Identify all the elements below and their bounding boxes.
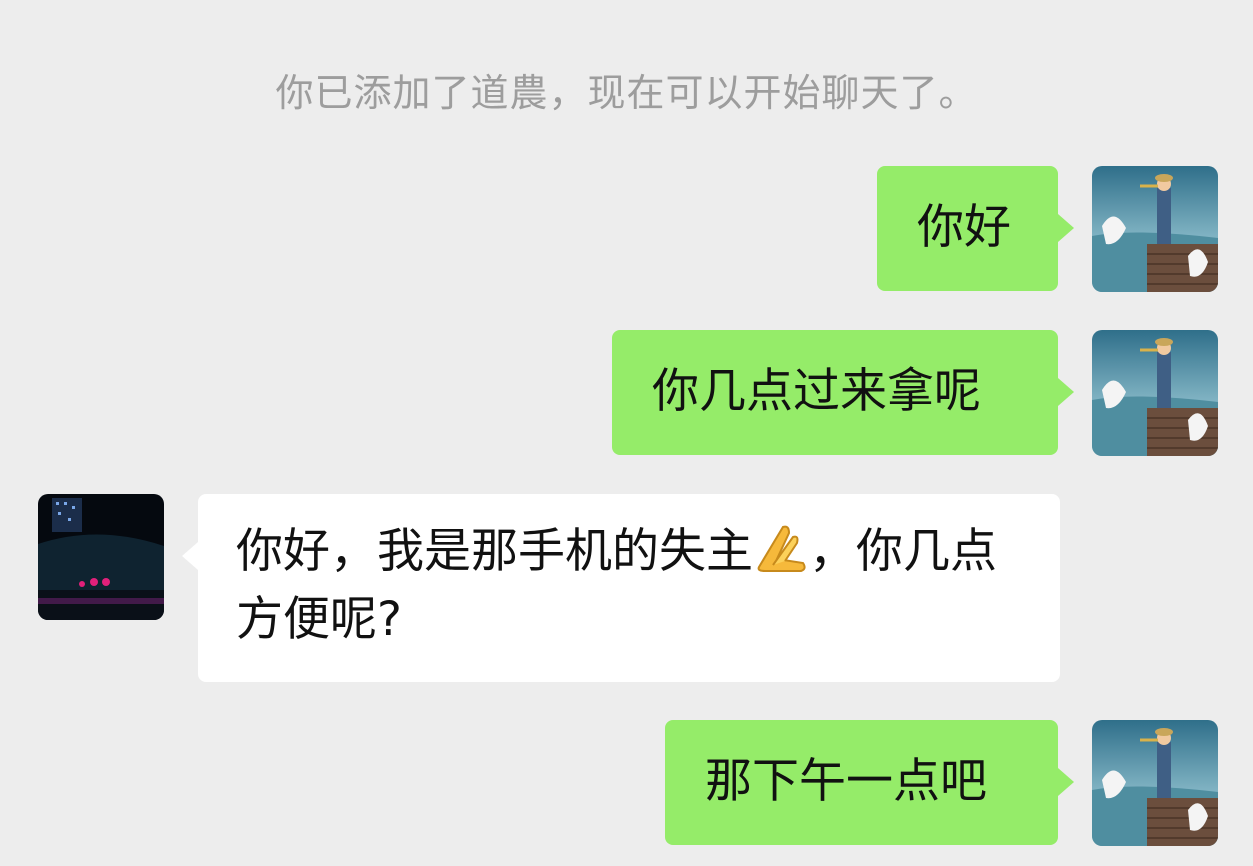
- bubble-tail: [182, 542, 198, 570]
- system-notice: 你已添加了道農，现在可以开始聊天了。: [275, 71, 978, 115]
- message-text: 你好: [917, 200, 1011, 255]
- avatar-image-boy-trumpet-doves: [1092, 330, 1218, 456]
- avatar-image-night-city: [38, 494, 164, 620]
- avatar-image-boy-trumpet-doves: [1092, 166, 1218, 292]
- my-avatar[interactable]: [1092, 330, 1218, 456]
- message-bubble-sent[interactable]: 那下午一点吧: [665, 720, 1058, 845]
- my-avatar[interactable]: [1092, 720, 1218, 846]
- message-text: 你几点过来拿呢: [652, 364, 981, 419]
- bubble-tail: [1058, 378, 1074, 406]
- message-text: 你好，我是那手机的失主: [236, 524, 753, 579]
- message-bubble-received[interactable]: 你好，我是那手机的失主 ，你几点方便呢?: [198, 494, 1060, 682]
- message-bubble-sent[interactable]: 你好: [877, 166, 1058, 291]
- message-text: 那下午一点吧: [705, 754, 987, 809]
- contact-avatar[interactable]: [38, 494, 164, 620]
- chat-window: 你已添加了道農，现在可以开始聊天了。 你好 你几点过来拿呢 你好，我是那手机的失…: [0, 0, 1253, 866]
- avatar-image-boy-trumpet-doves: [1092, 720, 1218, 846]
- pressed-hands-emoji-icon: [757, 525, 806, 572]
- bubble-tail: [1058, 768, 1074, 796]
- message-bubble-sent[interactable]: 你几点过来拿呢: [612, 330, 1058, 455]
- my-avatar[interactable]: [1092, 166, 1218, 292]
- bubble-tail: [1058, 214, 1074, 242]
